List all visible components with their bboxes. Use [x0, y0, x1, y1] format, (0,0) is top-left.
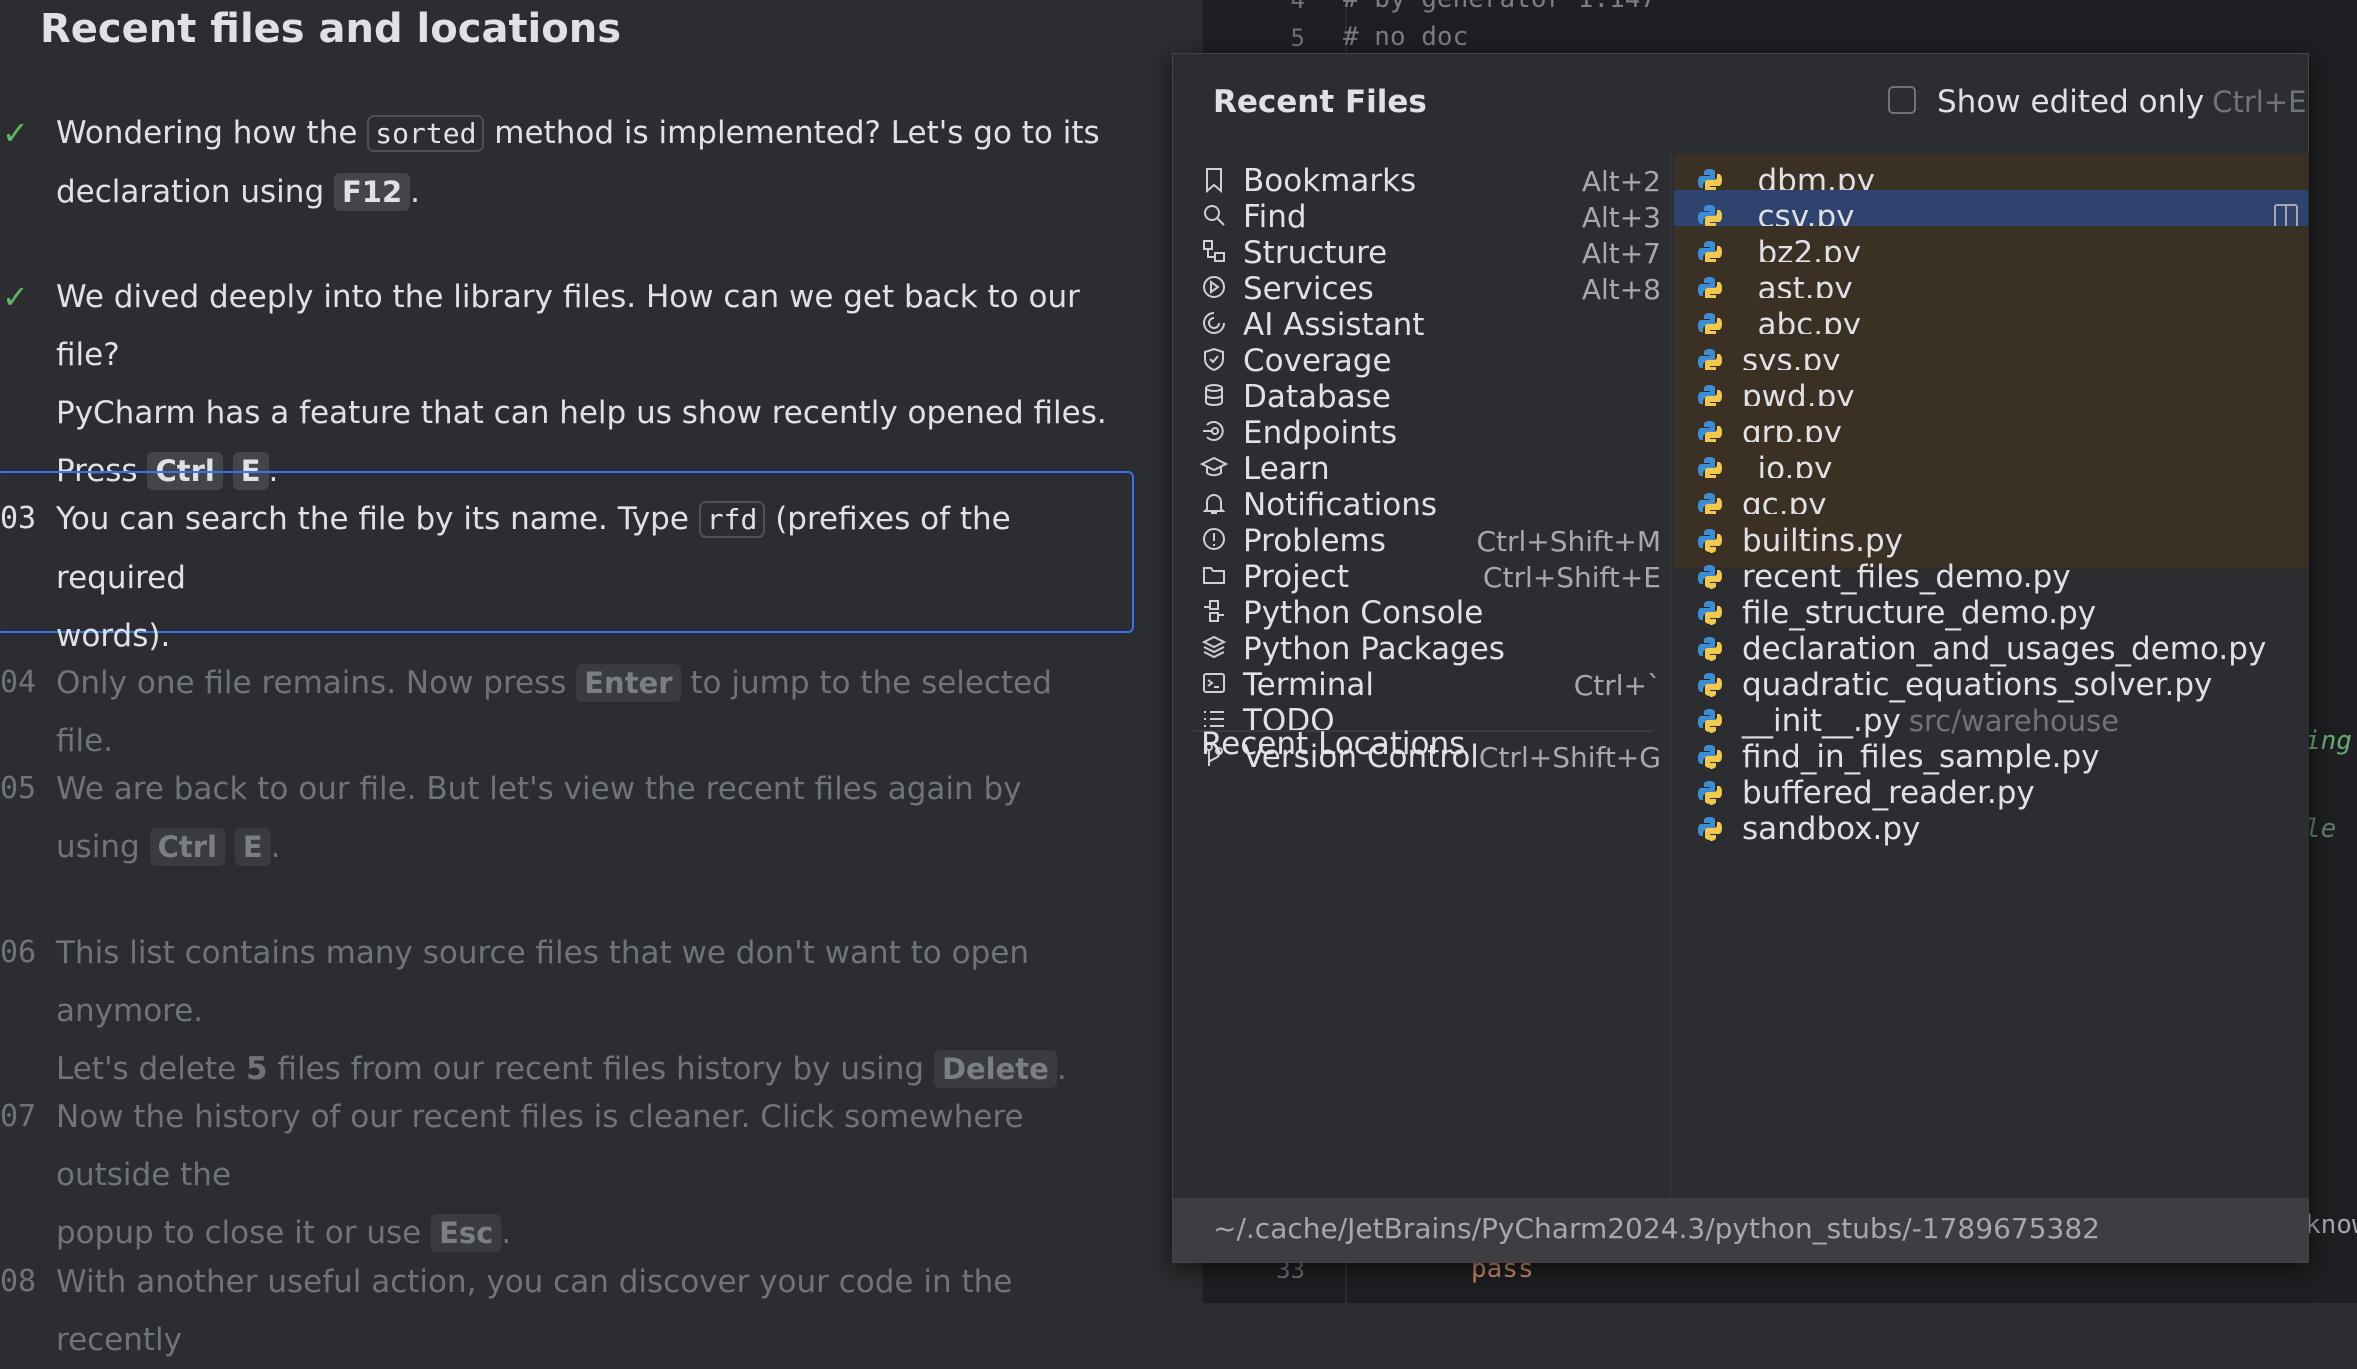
check-icon: ✓: [2, 114, 29, 152]
line-number: 4: [1290, 0, 1305, 14]
shortcut-key: E: [234, 828, 271, 866]
step-number: 08: [0, 1264, 37, 1299]
inline-code: sorted: [367, 115, 485, 152]
step-number: 06: [0, 935, 37, 970]
popup-title: Recent Files: [1213, 84, 1427, 120]
popup-footer: ~/.cache/JetBrains/PyCharm2024.3/python_…: [1173, 1198, 2308, 1262]
show-edited-only-label[interactable]: Show edited only Ctrl+E: [1937, 84, 2306, 120]
code-fragment: ing: [2305, 726, 2352, 756]
selected-file-path: ~/.cache/JetBrains/PyCharm2024.3/python_…: [1213, 1212, 2100, 1245]
file-item[interactable]: sandbox.py: [1674, 802, 2308, 856]
recent-files-list: _dbm.py _csv.py _bz2.py _ast.py _abc.py …: [1670, 152, 2309, 1198]
shortcut-key: Enter: [576, 664, 681, 702]
recent-locations-link[interactable]: Recent Locations: [1201, 726, 1465, 762]
inline-code: rfd: [698, 501, 766, 538]
step-number: 03: [0, 501, 37, 536]
code-fragment: le: [2305, 814, 2337, 844]
python-file-icon: [1696, 815, 1724, 843]
lesson-title: Recent files and locations: [40, 6, 622, 52]
shortcut-key: Delete: [933, 1050, 1057, 1088]
line-number: 5: [1290, 24, 1305, 52]
popup-header: Recent Files Show edited only Ctrl+E: [1173, 54, 2308, 152]
code-comment: # by generator 1.147: [1343, 0, 1656, 14]
shortcut-key: F12: [333, 173, 411, 211]
step-number: 05: [0, 771, 37, 806]
step-number: 07: [0, 1099, 37, 1134]
show-edited-only-checkbox[interactable]: [1888, 86, 1916, 114]
learning-pane: Recent files and locations ✓ Wondering h…: [0, 0, 1185, 1358]
step-number: 04: [0, 665, 37, 700]
shortcut-hint: Ctrl+E: [2212, 85, 2307, 119]
shortcut-key: Ctrl: [149, 828, 225, 866]
open-in-split-icon[interactable]: [2274, 204, 2298, 228]
tool-windows-list: Bookmarks Alt+2 Find Alt+3 Structure Alt…: [1173, 152, 1670, 1198]
check-icon: ✓: [2, 278, 29, 316]
recent-files-popup[interactable]: Recent Files Show edited only Ctrl+E Book…: [1172, 53, 2309, 1263]
code-fragment: know: [2305, 1210, 2357, 1240]
shortcut-key: Esc: [431, 1214, 502, 1252]
code-comment: # no doc: [1343, 22, 1469, 52]
